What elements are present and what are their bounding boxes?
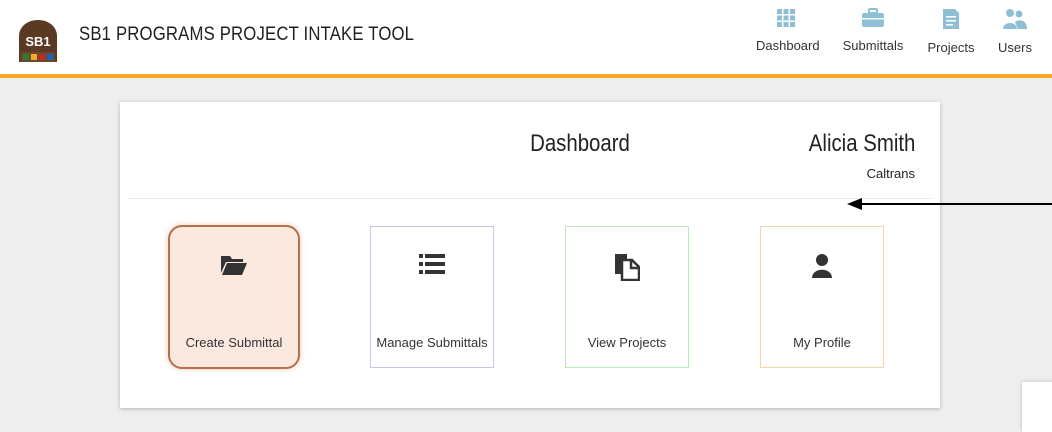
sb1-logo[interactable]: SB1 bbox=[16, 18, 60, 64]
svg-text:SB1: SB1 bbox=[25, 34, 50, 49]
user-name: Alicia Smith bbox=[808, 130, 915, 157]
create-submittal-tile[interactable]: Create Submittal bbox=[168, 225, 300, 369]
create-submittal-label: Create Submittal bbox=[185, 335, 283, 350]
nav-submittals[interactable]: Submittals bbox=[841, 8, 905, 68]
my-profile-label: My Profile bbox=[793, 335, 851, 350]
nav-submittals-label: Submittals bbox=[842, 38, 904, 53]
manage-submittals-label: Manage Submittals bbox=[376, 335, 488, 350]
grid-icon bbox=[756, 8, 816, 28]
view-projects-label: View Projects bbox=[587, 335, 667, 350]
nav-dashboard-label: Dashboard bbox=[756, 38, 820, 53]
nav-projects-label: Projects bbox=[927, 40, 975, 55]
document-icon bbox=[926, 8, 976, 30]
list-icon bbox=[371, 253, 493, 281]
manage-submittals-tile[interactable]: Manage Submittals bbox=[370, 226, 494, 368]
app-header: SB1 SB1 PROGRAMS PROJECT INTAKE TOOL Das… bbox=[0, 0, 1052, 78]
dashboard-card: Dashboard Alicia Smith Caltrans Create S… bbox=[120, 102, 940, 408]
documents-icon bbox=[566, 253, 688, 281]
user-organization: Caltrans bbox=[866, 166, 915, 181]
folder-open-icon bbox=[170, 253, 298, 281]
user-icon bbox=[761, 253, 883, 281]
card-divider bbox=[128, 198, 932, 199]
nav-users-label: Users bbox=[998, 40, 1032, 55]
briefcase-icon bbox=[841, 8, 905, 28]
corner-panel bbox=[1022, 382, 1052, 432]
nav-projects[interactable]: Projects bbox=[926, 8, 976, 68]
nav-dashboard[interactable]: Dashboard bbox=[756, 8, 820, 68]
users-icon bbox=[996, 8, 1034, 30]
nav-users[interactable]: Users bbox=[996, 8, 1034, 68]
annotation-arrow bbox=[846, 195, 1052, 220]
view-projects-tile[interactable]: View Projects bbox=[565, 226, 689, 368]
my-profile-tile[interactable]: My Profile bbox=[760, 226, 884, 368]
app-title: SB1 PROGRAMS PROJECT INTAKE TOOL bbox=[79, 24, 415, 45]
